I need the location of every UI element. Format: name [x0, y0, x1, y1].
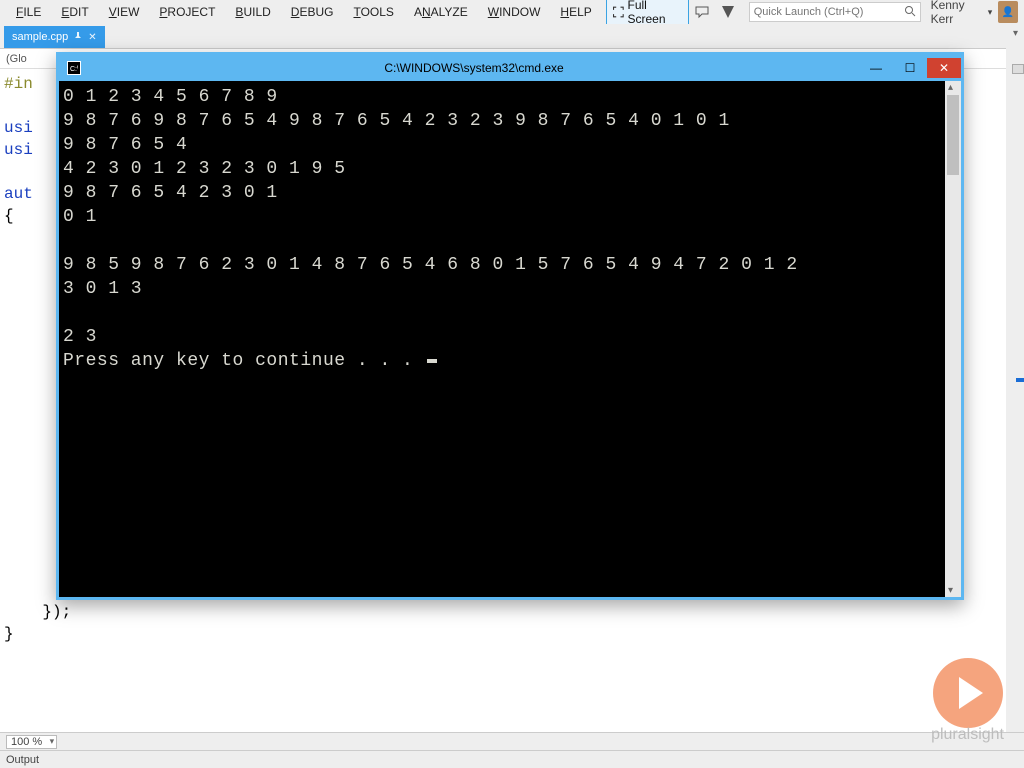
code-line: } [4, 625, 14, 643]
quick-launch[interactable] [749, 2, 921, 22]
editor-footer: 100 % [0, 732, 1024, 750]
menu-file[interactable]: FILE [6, 3, 51, 21]
cmd-icon: C:\ [67, 61, 81, 75]
code-line: usi [4, 119, 33, 137]
console-titlebar[interactable]: C:\ C:\WINDOWS\system32\cmd.exe — ☐ ✕ [59, 55, 961, 81]
search-icon [904, 5, 916, 20]
scope-dropdown[interactable]: (Glo [6, 53, 27, 65]
console-output[interactable]: 0 1 2 3 4 5 6 7 8 9 9 8 7 6 9 8 7 6 5 4 … [59, 81, 945, 597]
vertical-scrollbar[interactable] [1006, 48, 1024, 732]
menu-project[interactable]: PROJECT [149, 3, 225, 21]
code-line: { [4, 207, 14, 225]
menu-debug[interactable]: DEBUG [281, 3, 344, 21]
menu-help[interactable]: HELP [550, 3, 601, 21]
watermark-text: pluralsight [931, 726, 1004, 744]
quick-launch-input[interactable] [754, 6, 904, 18]
menu-window[interactable]: WINDOW [478, 3, 551, 21]
avatar[interactable]: 👤 [998, 1, 1018, 23]
close-icon[interactable]: ✕ [88, 32, 96, 43]
output-panel-tab[interactable]: Output [0, 750, 1024, 768]
menu-analyze[interactable]: ANALYZE [404, 3, 478, 21]
fullscreen-label: Full Screen [628, 0, 682, 26]
code-line: usi [4, 141, 33, 159]
fullscreen-icon [613, 6, 624, 18]
console-scrollbar[interactable] [945, 81, 961, 597]
scrollbar-thumb[interactable] [947, 95, 959, 175]
maximize-button[interactable]: ☐ [893, 58, 927, 78]
account-menu[interactable]: Kenny Kerr ▾ [931, 0, 993, 26]
console-body: 0 1 2 3 4 5 6 7 8 9 9 8 7 6 9 8 7 6 5 4 … [59, 81, 961, 597]
feedback-icon[interactable] [693, 5, 711, 19]
close-button[interactable]: ✕ [927, 58, 961, 78]
pluralsight-watermark: pluralsight [931, 658, 1004, 744]
svg-text:C:\: C:\ [70, 66, 78, 72]
notifications-icon[interactable] [719, 6, 737, 18]
tab-sample-cpp[interactable]: sample.cpp ✕ [4, 26, 105, 48]
chevron-down-icon: ▾ [988, 7, 993, 18]
menu-view[interactable]: VIEW [99, 3, 150, 21]
console-title: C:\WINDOWS\system32\cmd.exe [89, 61, 859, 75]
menu-tools[interactable]: TOOLS [343, 3, 403, 21]
cursor [427, 359, 437, 363]
play-icon [933, 658, 1003, 728]
menu-build[interactable]: BUILD [225, 3, 280, 21]
change-marker [1016, 378, 1024, 382]
minimize-button[interactable]: — [859, 58, 893, 78]
menubar: FILE EDIT VIEW PROJECT BUILD DEBUG TOOLS… [0, 0, 1024, 24]
tab-overflow-icon[interactable]: ▾ [1013, 28, 1018, 39]
console-window: C:\ C:\WINDOWS\system32\cmd.exe — ☐ ✕ 0 … [56, 52, 964, 600]
split-handle[interactable] [1012, 64, 1024, 74]
menu-edit[interactable]: EDIT [51, 3, 98, 21]
output-label: Output [6, 754, 39, 766]
code-line: #in [4, 75, 33, 93]
document-tabs: sample.cpp ✕ ▾ [0, 24, 1024, 48]
zoom-value: 100 % [11, 736, 42, 748]
zoom-dropdown[interactable]: 100 % [6, 735, 57, 749]
code-line: }); [4, 603, 71, 621]
account-name: Kenny Kerr [931, 0, 984, 26]
tab-label: sample.cpp [12, 31, 68, 43]
code-line: aut [4, 185, 33, 203]
pin-icon[interactable] [74, 32, 82, 43]
